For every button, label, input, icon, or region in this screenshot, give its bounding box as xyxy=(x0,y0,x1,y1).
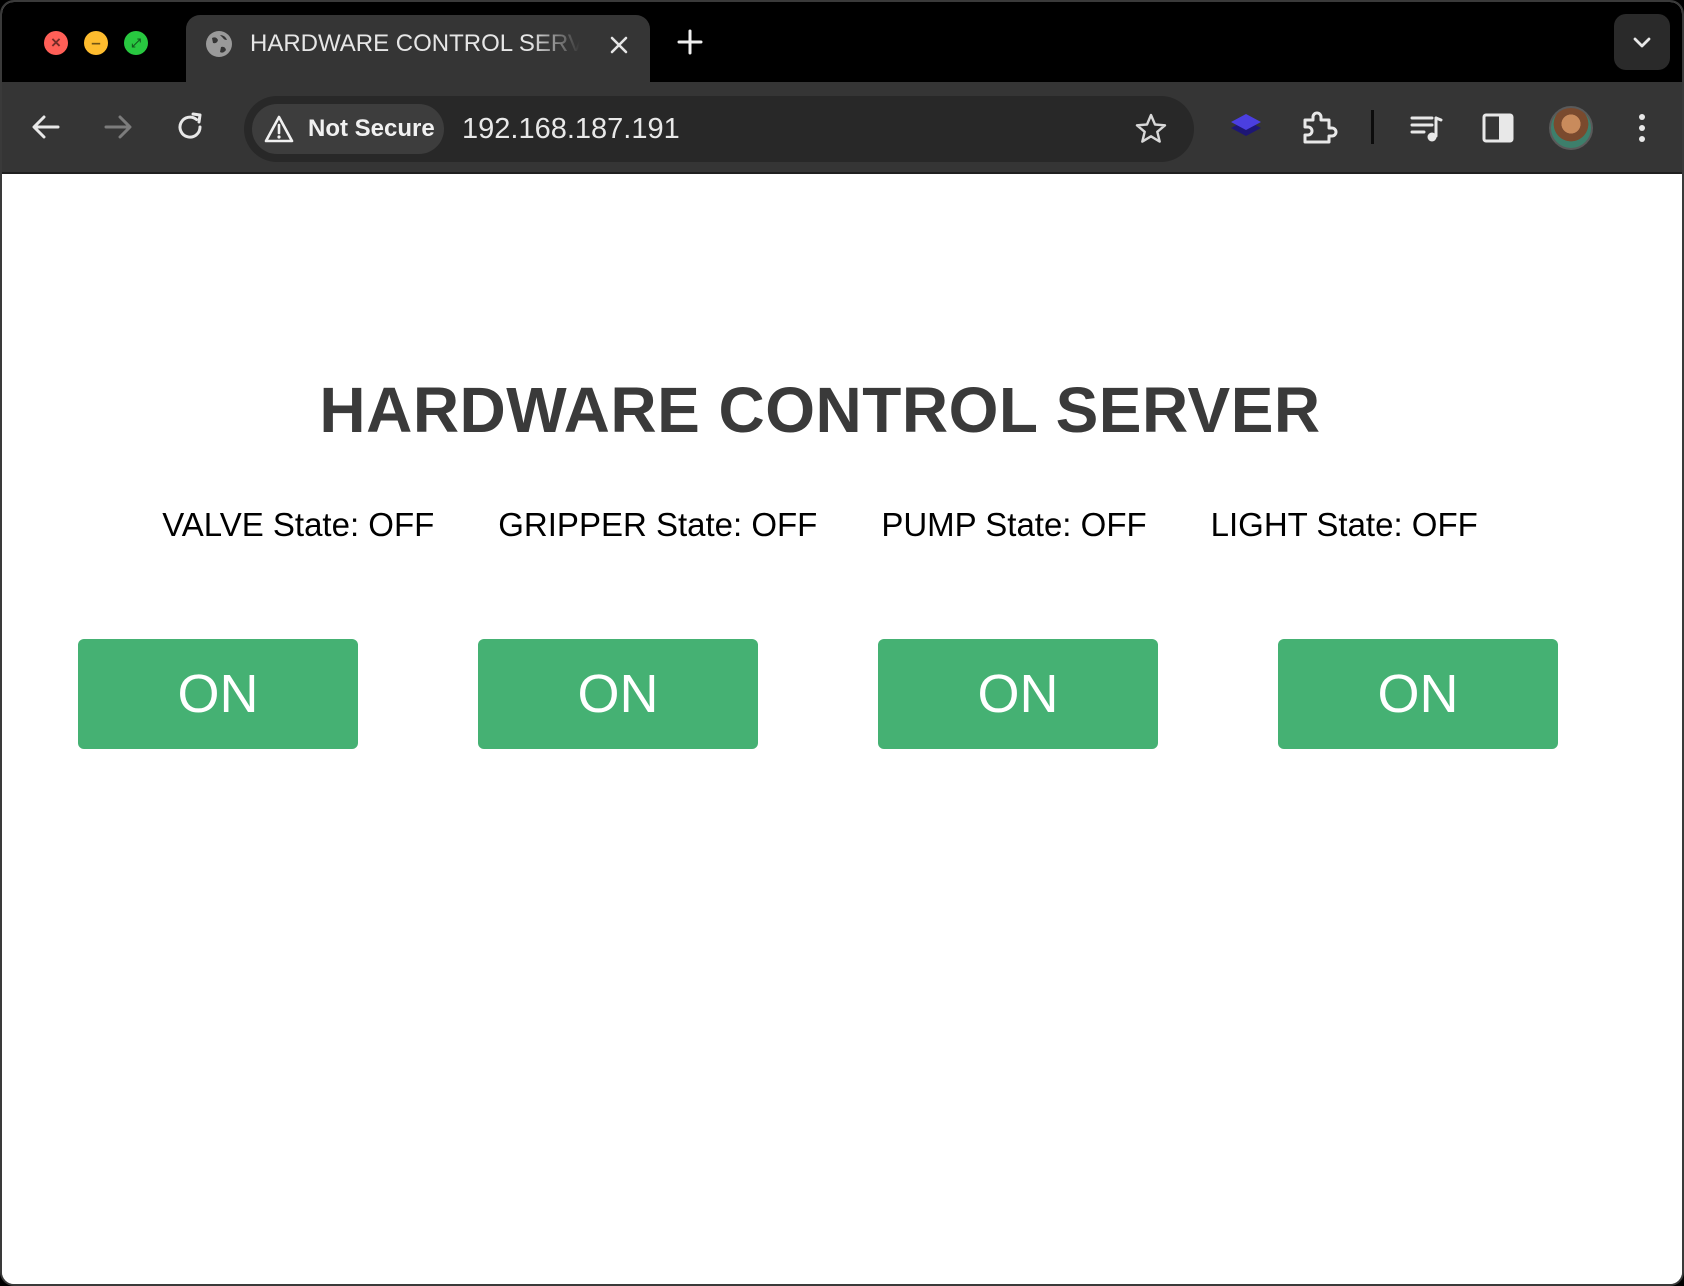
browser-window: × – ⤢ HARDWARE CONTROL SERVER xyxy=(0,0,1684,1286)
gripper-state-text: GRIPPER State: OFF xyxy=(498,506,818,543)
browser-toolbar: Not Secure 192.168.187.191 xyxy=(2,82,1682,174)
forward-arrow-icon[interactable] xyxy=(98,107,138,147)
new-tab-plus-icon[interactable] xyxy=(674,26,706,58)
pump-on-button[interactable]: ON xyxy=(878,639,1158,749)
pump-state-text: PUMP State: OFF xyxy=(881,506,1147,543)
address-bar[interactable]: Not Secure 192.168.187.191 xyxy=(244,96,1194,162)
tab-search-button[interactable] xyxy=(1614,14,1670,70)
kebab-menu-icon[interactable] xyxy=(1620,106,1664,150)
globe-icon xyxy=(206,31,232,57)
valve-on-button[interactable]: ON xyxy=(78,639,358,749)
window-maximize-button[interactable]: ⤢ xyxy=(124,31,148,55)
not-secure-label: Not Secure xyxy=(308,115,435,142)
page-content: HARDWARE CONTROL SERVER VALVE State: OFF… xyxy=(2,176,1682,1284)
page-title: HARDWARE CONTROL SERVER xyxy=(319,374,1321,446)
avatar[interactable] xyxy=(1549,106,1593,150)
light-on-button[interactable]: ON xyxy=(1278,639,1558,749)
warning-icon xyxy=(264,115,294,143)
light-state-text: LIGHT State: OFF xyxy=(1210,506,1478,543)
fullscreen-icon: ⤢ xyxy=(131,36,141,50)
tab-strip: × – ⤢ HARDWARE CONTROL SERVER xyxy=(2,2,1682,82)
back-arrow-icon[interactable] xyxy=(26,107,66,147)
site-security-chip[interactable]: Not Secure xyxy=(252,104,444,154)
reload-icon[interactable] xyxy=(170,107,210,147)
tab-title: HARDWARE CONTROL SERVER xyxy=(250,30,580,57)
valve-state-text: VALVE State: OFF xyxy=(162,506,435,543)
minimize-icon: – xyxy=(91,33,101,52)
star-icon[interactable] xyxy=(1134,112,1168,146)
browser-tab[interactable]: HARDWARE CONTROL SERVER xyxy=(186,15,650,82)
gripper-on-button[interactable]: ON xyxy=(478,639,758,749)
tab-close-icon[interactable] xyxy=(604,30,634,60)
extension-layers-icon[interactable] xyxy=(1224,106,1268,150)
window-minimize-button[interactable]: – xyxy=(84,31,108,55)
side-panel-icon[interactable] xyxy=(1476,106,1520,150)
puzzle-icon[interactable] xyxy=(1296,106,1340,150)
chevron-down-icon xyxy=(1633,37,1651,48)
device-state-row: VALVE State: OFF GRIPPER State: OFF PUMP… xyxy=(2,506,1638,544)
close-icon: × xyxy=(51,33,61,52)
window-close-button[interactable]: × xyxy=(44,31,68,55)
url-text[interactable]: 192.168.187.191 xyxy=(462,96,680,162)
toolbar-divider xyxy=(1371,110,1374,144)
media-queue-icon[interactable] xyxy=(1404,106,1448,150)
